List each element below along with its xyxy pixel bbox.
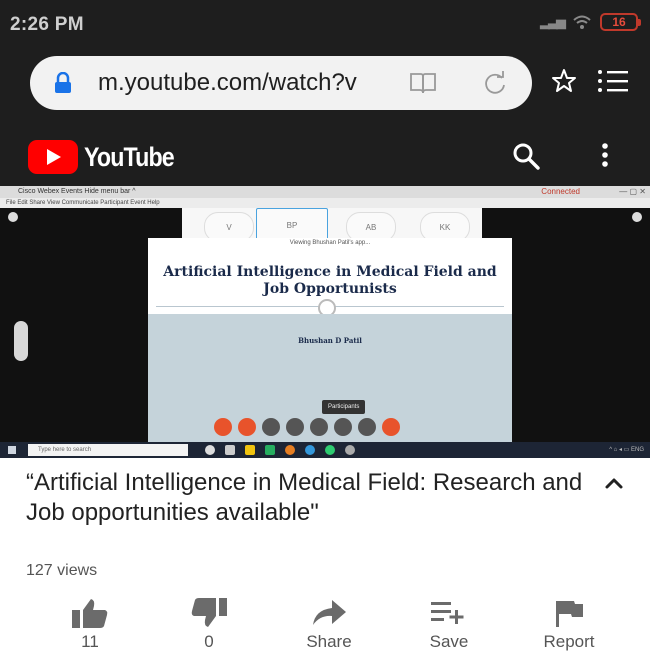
taskbar-app-icon [325,445,335,455]
taskbar-app-icon [345,445,355,455]
wifi-icon [573,15,591,29]
chat-icon [334,418,352,436]
mute-icon [214,418,232,436]
youtube-wordmark: YouTube [84,141,175,172]
taskbar-tray: ^ ⌂ ◂ ▭ ENG [609,447,644,453]
window-controls: — ▢ ✕ [619,187,646,196]
webex-right-icon [632,212,642,222]
viewing-banner: Viewing Bhushan Patil's app... [289,240,371,246]
windows-start-icon [8,446,16,454]
browser-menu-icon[interactable] [597,68,629,94]
search-icon[interactable] [512,142,540,170]
windows-taskbar: Type here to search ^ ⌂ ◂ ▭ ENG [0,442,650,458]
participant-thumb: BP [256,208,328,242]
bookmark-star-icon[interactable] [551,68,577,94]
battery-level: 16 [612,15,626,29]
report-label: Report [543,632,595,651]
flag-icon [556,601,583,627]
dislike-count: 0 [204,632,214,651]
signal-icon: ▂▃▅ [540,14,566,29]
webex-left-icon [8,212,18,222]
video-player[interactable]: Cisco Webex Events Hide menu bar ^ Conne… [0,186,650,458]
url-text[interactable]: m.youtube.com/watch?v [98,69,388,97]
share-button[interactable]: Share [274,596,384,652]
status-bar: 2:26 PM ▂▃▅ 16 [0,0,650,46]
status-time: 2:26 PM [10,14,84,35]
record-icon [286,418,304,436]
thumbs-down-icon [191,598,227,627]
video-info: “Artificial Intelligence in Medical Fiel… [26,468,626,528]
youtube-play-icon [28,140,78,174]
chevron-up-icon[interactable] [604,476,624,490]
taskbar-app-icon [205,445,215,455]
address-bar[interactable]: m.youtube.com/watch?v [30,56,532,110]
thumbs-up-icon [72,599,108,628]
share-label: Share [306,632,352,651]
slide-author: Bhushan D Patil [298,336,362,345]
browser-toolbar: m.youtube.com/watch?v [0,46,650,124]
reader-mode-icon[interactable] [408,70,438,96]
taskbar-app-icon [305,445,315,455]
lock-icon [55,72,71,93]
like-button[interactable]: 11 [35,596,145,652]
add-to-playlist-icon [431,602,464,624]
share-icon [313,600,346,625]
more-icon [358,418,376,436]
more-options-icon[interactable] [600,141,610,169]
webex-controls [214,418,400,436]
taskbar-apps [205,445,355,455]
participants-icon [310,418,328,436]
youtube-logo[interactable]: YouTube [28,140,188,174]
video-title[interactable]: “Artificial Intelligence in Medical Fiel… [26,468,586,528]
action-bar: 11 0 Share Save Report [20,596,640,653]
webex-connected-status: Connected [541,187,580,196]
webex-window-title-text: Cisco Webex Events Hide menu bar ^ [18,188,136,195]
report-button[interactable]: Report [514,596,624,652]
save-button[interactable]: Save [394,596,504,652]
video-icon [238,418,256,436]
taskbar-app-icon [285,445,295,455]
battery-icon: 16 [600,13,641,31]
dislike-button[interactable]: 0 [154,596,264,652]
participants-tooltip: Participants [322,400,366,414]
leave-icon [382,418,400,436]
webex-window-title: Cisco Webex Events Hide menu bar ^ Conne… [0,186,650,198]
taskbar-search: Type here to search [28,444,188,456]
share-screen-icon [262,418,280,436]
like-count: 11 [81,632,99,651]
save-label: Save [429,632,469,651]
status-icons: ▂▃▅ 16 [540,13,641,31]
reload-icon[interactable] [482,70,508,96]
taskbar-app-icon [245,445,255,455]
webex-menu-bar: File Edit Share View Communicate Partici… [0,198,650,208]
slide-title: Artificial Intelligence in Medical Field… [163,264,497,297]
taskbar-app-icon [265,445,275,455]
youtube-header: YouTube [0,124,650,186]
webex-side-panel [14,321,28,361]
taskbar-app-icon [225,445,235,455]
view-count: 127 views [26,562,98,579]
